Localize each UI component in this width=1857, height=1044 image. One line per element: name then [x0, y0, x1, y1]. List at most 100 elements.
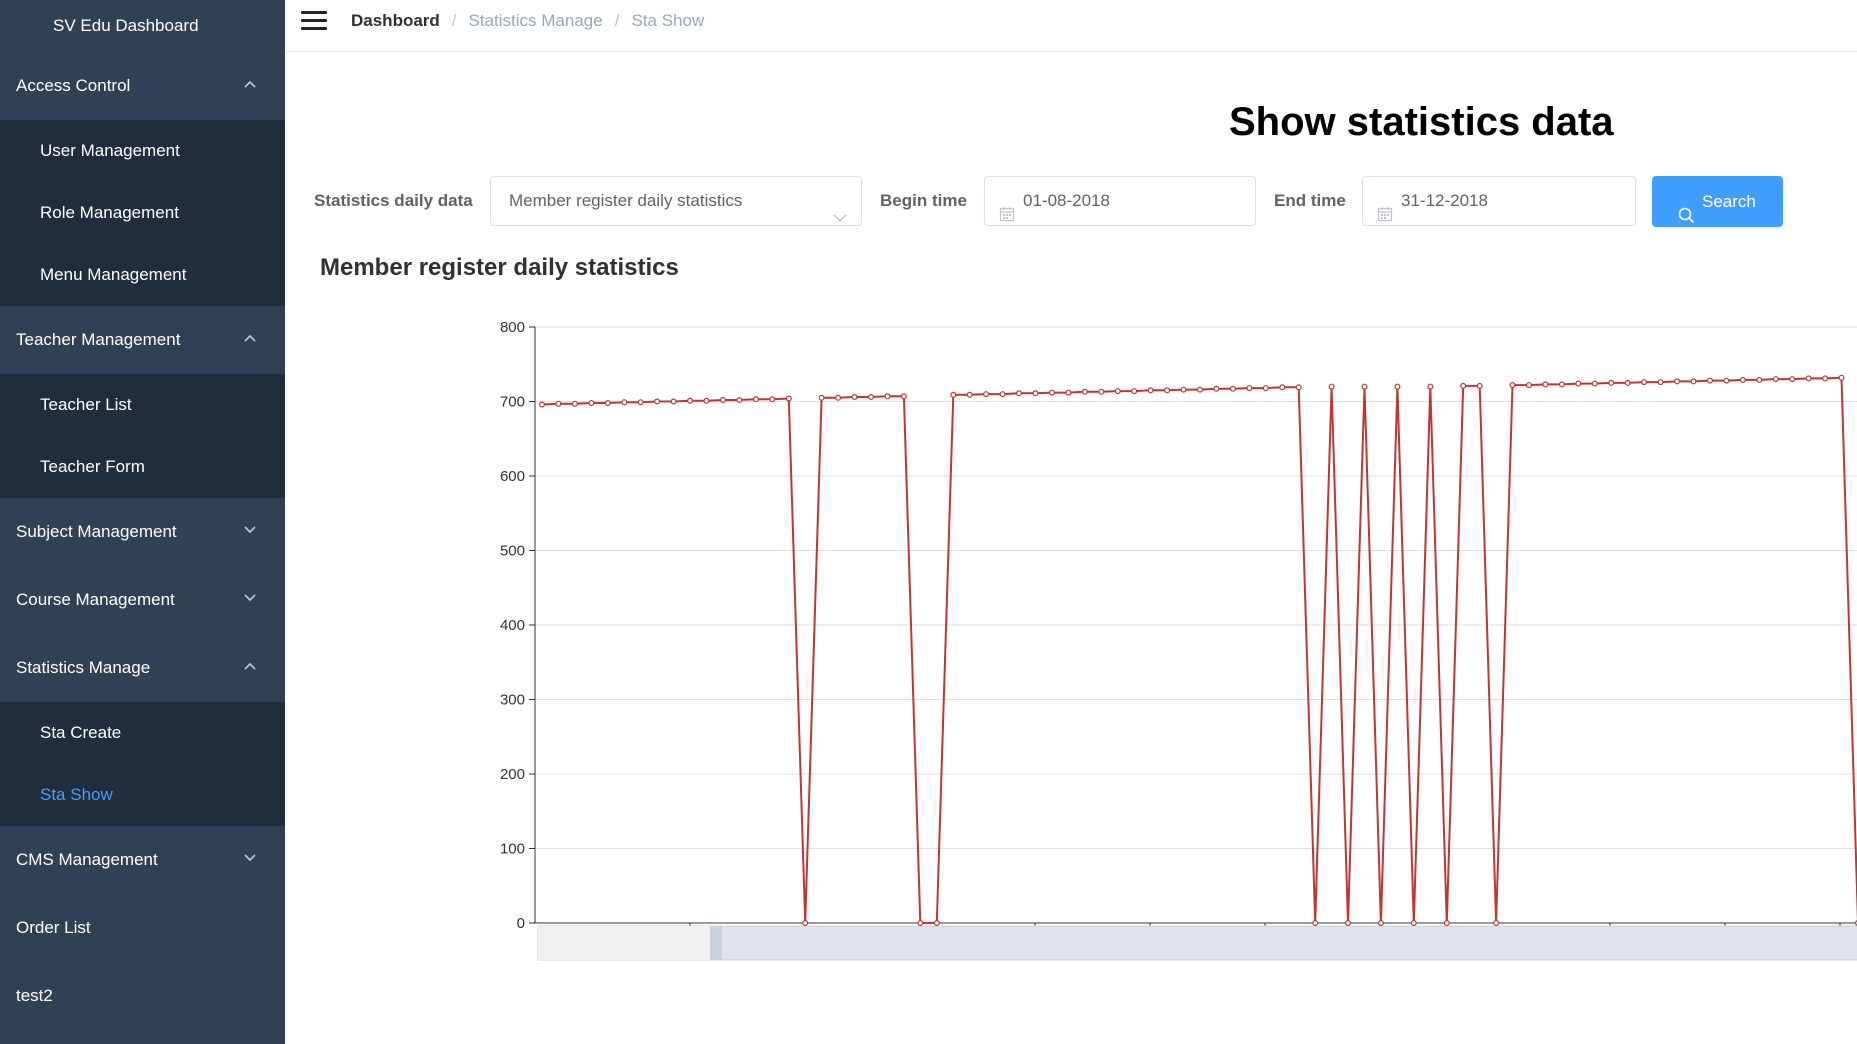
- line-chart: 01002003004005006007008002018-08-222018-…: [500, 319, 1857, 961]
- menu-label: Course Management: [16, 590, 175, 609]
- zoom-handle: [710, 926, 722, 960]
- menu-label: Order List: [16, 918, 91, 937]
- data-point: [1706, 377, 1713, 384]
- menu-test2[interactable]: test2: [0, 962, 285, 1030]
- data-point: [1377, 919, 1384, 926]
- data-point: [1361, 383, 1368, 390]
- menu-teacher-management[interactable]: Teacher Management: [0, 306, 285, 374]
- menu-label: test2: [16, 986, 53, 1005]
- data-point: [966, 391, 973, 398]
- submenu-access-control: User Management Role Management Menu Man…: [0, 120, 285, 306]
- chevron-down-icon: [243, 826, 257, 894]
- data-point: [539, 401, 546, 408]
- menu-cms-management[interactable]: CMS Management: [0, 826, 285, 894]
- data-point: [1591, 380, 1598, 387]
- data-point: [1509, 382, 1516, 389]
- sidebar-item-menu-management[interactable]: Menu Management: [0, 244, 285, 306]
- data-point: [670, 398, 677, 405]
- data-point: [736, 396, 743, 403]
- data-point: [983, 391, 990, 398]
- menu-label: CMS Management: [16, 850, 158, 869]
- menu-access-control[interactable]: Access Control: [0, 52, 285, 120]
- data-point: [1723, 377, 1730, 384]
- data-point: [1575, 380, 1582, 387]
- y-tick-label: 200: [500, 766, 525, 783]
- sidebar-item-sta-create[interactable]: Sta Create: [0, 702, 285, 764]
- data-point: [1246, 385, 1253, 392]
- chart-series: [539, 374, 1857, 926]
- data-point: [1229, 385, 1236, 392]
- chevron-up-icon: [243, 52, 257, 120]
- sidebar: SV Edu Dashboard Access Control User Man…: [0, 0, 285, 1044]
- menu-statistics-manage[interactable]: Statistics Manage: [0, 634, 285, 702]
- menu-label: Statistics Manage: [16, 658, 151, 677]
- data-point: [637, 399, 644, 406]
- end-time-input[interactable]: 31-12-2018: [1362, 176, 1636, 226]
- data-point: [1065, 389, 1072, 396]
- data-point: [1114, 388, 1121, 395]
- page-title: Show statistics data: [1229, 100, 1614, 144]
- hamburger-icon[interactable]: [301, 11, 327, 33]
- sidebar-item-teacher-list[interactable]: Teacher List: [0, 374, 285, 436]
- data-point: [1196, 386, 1203, 393]
- breadcrumb-sta-show: Sta Show: [631, 11, 705, 30]
- y-tick-label: 700: [500, 394, 525, 411]
- app-title[interactable]: SV Edu Dashboard: [0, 0, 285, 52]
- menu-order-list[interactable]: Order List: [0, 894, 285, 962]
- search-button[interactable]: Search: [1652, 176, 1783, 227]
- data-point: [884, 393, 891, 400]
- sidebar-item-role-management[interactable]: Role Management: [0, 182, 285, 244]
- data-point: [867, 393, 874, 400]
- navbar: Dashboard / Statistics Manage / Sta Show: [285, 0, 1857, 52]
- data-point: [950, 391, 957, 398]
- end-time-label: End time: [1274, 191, 1346, 210]
- data-point: [1608, 379, 1615, 386]
- data-point: [1131, 388, 1138, 395]
- menu-course-management[interactable]: Course Management: [0, 566, 285, 634]
- data-point: [1394, 383, 1401, 390]
- menu-label: Access Control: [16, 76, 131, 95]
- begin-time-value: 01-08-2018: [1023, 191, 1110, 210]
- data-point: [933, 919, 940, 926]
- menu-subject-management[interactable]: Subject Management: [0, 498, 285, 566]
- data-point: [588, 399, 595, 406]
- y-tick-label: 500: [500, 543, 525, 560]
- sidebar-item-sta-show[interactable]: Sta Show: [0, 764, 285, 826]
- data-point: [1344, 919, 1351, 926]
- y-tick-label: 800: [500, 319, 525, 336]
- data-point: [1558, 381, 1565, 388]
- data-point: [1838, 374, 1845, 381]
- data-point: [1772, 376, 1779, 383]
- data-point: [1048, 389, 1055, 396]
- select-value: Member register daily statistics: [509, 191, 743, 210]
- data-point: [1690, 378, 1697, 385]
- series-line: [541, 376, 1857, 924]
- sidebar-item-teacher-form[interactable]: Teacher Form: [0, 436, 285, 498]
- search-icon: [1678, 193, 1695, 244]
- data-point: [1739, 376, 1746, 383]
- data-point: [571, 400, 578, 407]
- begin-time-label: Begin time: [880, 191, 967, 210]
- statistics-type-select[interactable]: Member register daily statistics: [490, 176, 862, 226]
- chart-axes: 01002003004005006007008002018-08-222018-…: [500, 319, 1857, 947]
- y-tick-label: 100: [500, 841, 525, 858]
- sidebar-item-user-management[interactable]: User Management: [0, 120, 285, 182]
- search-button-label: Search: [1702, 192, 1756, 211]
- data-point: [1015, 390, 1022, 397]
- chevron-up-icon: [243, 306, 257, 374]
- data-point: [752, 396, 759, 403]
- data-point: [1525, 382, 1532, 389]
- data-point: [555, 400, 562, 407]
- menu-label: Teacher Management: [16, 330, 181, 349]
- data-point: [1756, 376, 1763, 383]
- submenu-statistics-manage: Sta Create Sta Show: [0, 702, 285, 826]
- chevron-up-icon: [243, 634, 257, 702]
- data-point: [1476, 382, 1483, 389]
- begin-time-input[interactable]: 01-08-2018: [984, 176, 1256, 226]
- data-point: [703, 397, 710, 404]
- app-root: SV Edu Dashboard Access Control User Man…: [0, 0, 1857, 1044]
- chart-title: Member register daily statistics: [320, 254, 679, 281]
- data-point: [818, 394, 825, 401]
- breadcrumb-dashboard[interactable]: Dashboard: [351, 11, 440, 30]
- data-zoom-slider[interactable]: [537, 925, 1857, 961]
